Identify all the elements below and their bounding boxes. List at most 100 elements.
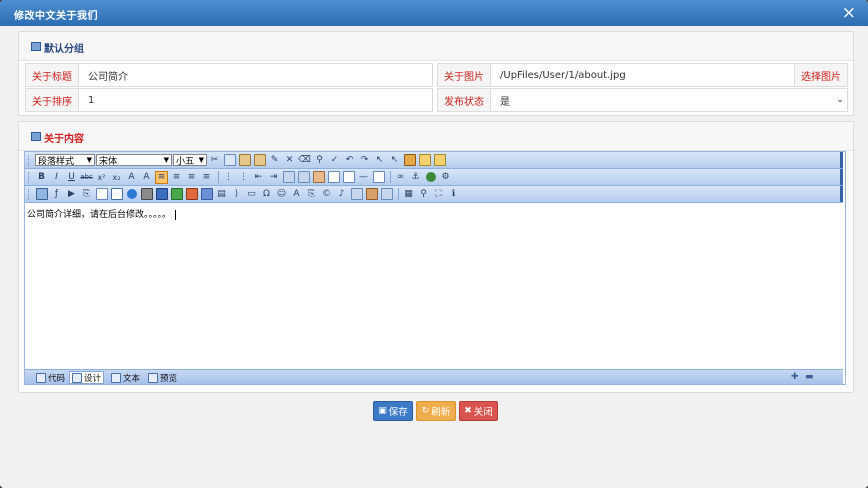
- size-select[interactable]: 小五 ▼: [173, 154, 207, 167]
- tab-preview[interactable]: 预览: [145, 371, 180, 384]
- fullscreen-icon[interactable]: ⛶: [432, 188, 445, 201]
- save-doc-icon[interactable]: [185, 188, 198, 201]
- ordered-list-icon[interactable]: ⋮: [222, 171, 235, 184]
- break-icon[interactable]: ▭: [245, 188, 258, 201]
- refresh-icon[interactable]: [170, 188, 183, 201]
- eraser-icon[interactable]: ⌫: [298, 154, 311, 167]
- media-icon[interactable]: ▶: [65, 188, 78, 201]
- title-input[interactable]: 公司简介: [79, 64, 432, 86]
- frame-icon[interactable]: [327, 171, 340, 184]
- underline-icon[interactable]: U: [65, 171, 78, 184]
- tab-text[interactable]: 文本: [108, 371, 143, 384]
- layer-icon[interactable]: [418, 154, 431, 167]
- rich-text-editor: 段落样式 ▼ 宋体 ▼ 小五 ▼ ✂ ✎ ✕ ⌫ ⚲ ✓ ↶ ↷ ↖ ↖ B I…: [24, 151, 846, 385]
- chevron-down-icon[interactable]: ⌄: [833, 89, 847, 111]
- align-left-icon[interactable]: ≡: [155, 170, 168, 184]
- special-char-icon[interactable]: Ω: [260, 188, 273, 201]
- pointer-icon[interactable]: ↖: [373, 154, 386, 167]
- about-content-header: 关于内容: [19, 122, 853, 151]
- copy-format-icon[interactable]: [380, 188, 393, 201]
- paste-icon[interactable]: [238, 154, 251, 167]
- shrink-icon[interactable]: ▬: [805, 372, 814, 382]
- strikethrough-icon[interactable]: abc: [80, 171, 93, 184]
- close-icon[interactable]: ×: [842, 3, 856, 23]
- zoom-icon[interactable]: [350, 188, 363, 201]
- textbox-icon[interactable]: [372, 171, 385, 184]
- default-group-panel: 默认分组 关于标题 公司简介 关于排序 1 关于图片 /UpFiles/User…: [18, 31, 854, 116]
- art-text-icon[interactable]: A: [290, 188, 303, 201]
- tab-design[interactable]: 设计: [69, 371, 105, 384]
- attachment-icon[interactable]: ⎘: [80, 188, 93, 201]
- info-icon[interactable]: ℹ: [447, 188, 460, 201]
- status-select[interactable]: 是: [491, 89, 833, 111]
- order-input[interactable]: 1: [79, 89, 432, 111]
- form-icon[interactable]: [403, 154, 416, 167]
- font-select[interactable]: 宋体 ▼: [96, 154, 172, 167]
- link-icon[interactable]: ∞: [394, 171, 407, 184]
- print-icon[interactable]: [140, 188, 153, 201]
- justify-icon[interactable]: ≡: [200, 171, 213, 184]
- delete-icon[interactable]: ✕: [283, 154, 296, 167]
- editor-content-area[interactable]: 公司简介详细，请在后台修改。。。。。: [26, 205, 841, 368]
- expand-icon[interactable]: ✚: [791, 372, 799, 382]
- insert-page-icon[interactable]: ▤: [215, 188, 228, 201]
- unordered-list-icon[interactable]: ⋮: [237, 171, 250, 184]
- music-icon[interactable]: ♪: [335, 188, 348, 201]
- template-icon[interactable]: [200, 188, 213, 201]
- highlight-icon[interactable]: A: [140, 171, 153, 184]
- layers-icon[interactable]: [433, 154, 446, 167]
- cut-icon[interactable]: ✂: [208, 154, 221, 167]
- globe-icon[interactable]: [424, 171, 437, 184]
- bold-icon[interactable]: B: [35, 171, 48, 184]
- indent-icon[interactable]: ⇥: [267, 171, 280, 184]
- magnify-icon[interactable]: ⚲: [417, 188, 430, 201]
- emoji-icon[interactable]: ☺: [275, 188, 288, 201]
- table-edit-icon[interactable]: [365, 188, 378, 201]
- web-icon[interactable]: [125, 188, 138, 201]
- style-icon[interactable]: [297, 171, 310, 184]
- subscript-icon[interactable]: x₂: [110, 171, 123, 184]
- save-button[interactable]: ▣ 保存: [373, 401, 413, 421]
- paragraph-icon[interactable]: [342, 171, 355, 184]
- select-image-button[interactable]: 选择图片: [794, 64, 847, 86]
- grid-icon[interactable]: ▦: [402, 188, 415, 201]
- anchor-icon[interactable]: ⚓: [409, 171, 422, 184]
- spell-check-icon[interactable]: ✓: [328, 154, 341, 167]
- italic-icon[interactable]: I: [50, 171, 63, 184]
- editor-toolbar-row-3: ƒ ▶ ⎘ ▤ ⟩ ▭ Ω ☺ A ⎘ © ♪ ▦ ⚲ ⛶ ℹ: [25, 186, 843, 203]
- block-icon[interactable]: [282, 171, 295, 184]
- document-icon[interactable]: [95, 188, 108, 201]
- tab-code[interactable]: 代码: [33, 371, 68, 384]
- calendar-icon[interactable]: [155, 188, 168, 201]
- copyright-icon[interactable]: ©: [320, 188, 333, 201]
- dialog-body: 默认分组 关于标题 公司简介 关于排序 1 关于图片 /UpFiles/User…: [0, 26, 868, 488]
- design-mode-icon: [72, 372, 82, 383]
- format-painter-icon[interactable]: ✎: [268, 154, 281, 167]
- settings-icon[interactable]: ⚙: [439, 171, 452, 184]
- panel-icon: [31, 132, 41, 141]
- code-icon[interactable]: ⟩: [230, 188, 243, 201]
- close-button[interactable]: ✖ 关闭: [459, 401, 498, 421]
- dialog-title: 修改中文关于我们: [14, 11, 98, 22]
- outdent-icon[interactable]: ⇤: [252, 171, 265, 184]
- align-center-icon[interactable]: ≡: [170, 171, 183, 184]
- copy-icon[interactable]: [223, 154, 236, 167]
- image-insert-icon[interactable]: [312, 171, 325, 184]
- redo-icon[interactable]: ↷: [358, 154, 371, 167]
- picture-icon[interactable]: [35, 188, 48, 201]
- image-input[interactable]: /UpFiles/User/1/about.jpg: [491, 64, 794, 86]
- bookmark-icon[interactable]: ⎘: [305, 188, 318, 201]
- editor-toolbar-row-1: 段落样式 ▼ 宋体 ▼ 小五 ▼ ✂ ✎ ✕ ⌫ ⚲ ✓ ↶ ↷ ↖ ↖: [25, 152, 843, 169]
- select-icon[interactable]: ↖: [388, 154, 401, 167]
- superscript-icon[interactable]: x²: [95, 171, 108, 184]
- align-right-icon[interactable]: ≡: [185, 171, 198, 184]
- flash-icon[interactable]: ƒ: [50, 188, 63, 201]
- paste-text-icon[interactable]: [253, 154, 266, 167]
- text-color-icon[interactable]: A: [125, 171, 138, 184]
- table-icon[interactable]: [110, 188, 123, 201]
- paragraph-style-select[interactable]: 段落样式 ▼: [35, 154, 95, 167]
- undo-icon[interactable]: ↶: [343, 154, 356, 167]
- horizontal-rule-icon[interactable]: —: [357, 171, 370, 184]
- find-icon[interactable]: ⚲: [313, 154, 326, 167]
- refresh-button[interactable]: ↻ 刷新: [416, 401, 456, 421]
